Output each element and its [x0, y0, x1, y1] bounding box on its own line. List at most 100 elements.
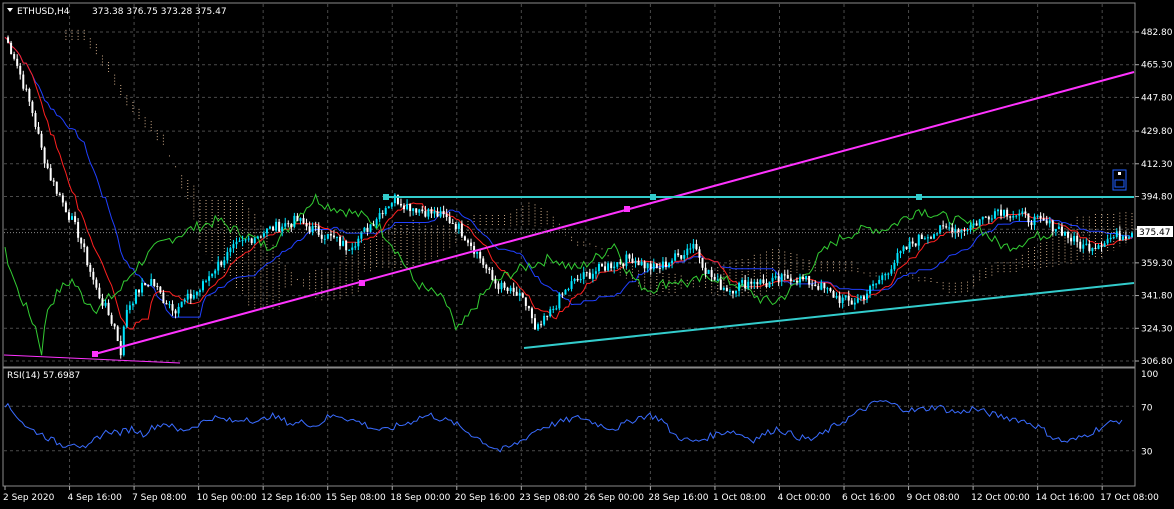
time-tick-label: 10 Sep 00:00: [197, 493, 257, 503]
candle-body: [272, 226, 275, 231]
candle-body: [786, 274, 789, 279]
candle-body: [527, 305, 530, 309]
candle-body: [817, 285, 820, 290]
candle-body: [926, 237, 929, 239]
candle-body: [332, 235, 335, 238]
candle-body: [1012, 216, 1015, 218]
candle-body: [613, 266, 616, 269]
candle-body: [418, 209, 421, 213]
candle-body: [619, 262, 622, 264]
time-tick-label: 14 Oct 16:00: [1036, 493, 1095, 503]
candle-body: [914, 243, 917, 246]
candle: [10, 40, 13, 55]
candle-body: [34, 113, 37, 127]
candle-body: [658, 267, 661, 269]
candle-body: [153, 279, 156, 287]
time-tick-label: 2 Sep 2020: [3, 493, 55, 503]
candle-body: [826, 288, 829, 290]
candle-body: [866, 293, 869, 300]
candle-body: [159, 286, 162, 293]
candle-body: [473, 245, 476, 254]
candle-body: [573, 278, 576, 282]
candle-body: [795, 280, 798, 283]
candle-body: [186, 293, 189, 300]
candle: [832, 289, 835, 298]
candle-body: [512, 287, 515, 292]
candle-body: [640, 261, 643, 266]
candle-body: [747, 281, 750, 289]
candle-body: [229, 248, 232, 253]
candle-body: [320, 234, 323, 239]
candle-body: [244, 239, 247, 241]
candle-body: [165, 303, 168, 305]
candle-body: [107, 302, 110, 316]
candle-body: [28, 89, 31, 102]
candle-body: [555, 308, 558, 310]
candle-body: [259, 236, 262, 238]
candle-body: [500, 282, 503, 290]
candle-body: [195, 291, 198, 295]
chart-canvas: 482.80 465.30 447.80 429.80 412.30 394.80 359.…: [0, 0, 1174, 509]
candle-body: [832, 291, 835, 298]
candle-body: [354, 246, 357, 248]
candle-body: [205, 280, 208, 282]
time-tick-label: 9 Oct 08:00: [907, 493, 960, 503]
candle-body: [329, 233, 332, 236]
candle-body: [917, 234, 920, 246]
price-tick-label: 341.80: [1141, 292, 1173, 302]
candle-body: [1124, 236, 1127, 239]
candle-body: [859, 296, 862, 299]
candle-body: [887, 273, 890, 275]
candle-body: [576, 278, 579, 281]
candle-body: [1000, 209, 1003, 216]
candle-body: [713, 276, 716, 280]
candle: [326, 233, 329, 240]
candle-body: [281, 226, 284, 232]
trendline-anchor: [359, 280, 365, 286]
candle-body: [256, 236, 259, 239]
candle-body: [497, 283, 500, 290]
candle-body: [262, 233, 265, 237]
candle-body: [774, 276, 777, 278]
candle-body: [1057, 226, 1060, 230]
candle-body: [287, 223, 290, 225]
candle-body: [945, 226, 948, 228]
candle-body: [631, 258, 634, 264]
candle-body: [622, 263, 625, 266]
candle-body: [415, 208, 418, 213]
trendline-anchor: [383, 194, 389, 200]
candle: [369, 224, 372, 234]
candle-body: [1048, 220, 1051, 224]
candle-body: [738, 282, 741, 291]
ohlc-values: 373.38 376.75 373.28 375.47: [92, 7, 227, 17]
trendline-anchor: [624, 206, 630, 212]
candle-body: [890, 269, 893, 274]
candle-body: [67, 212, 70, 220]
candle-body: [125, 309, 128, 327]
candle-body: [1039, 215, 1042, 219]
candle-body: [342, 241, 345, 246]
price-tick-label: 482.80: [1141, 28, 1173, 38]
candle-body: [113, 323, 116, 327]
candle-body: [296, 215, 299, 221]
candle: [768, 281, 771, 288]
time-tick-label: 12 Oct 00:00: [971, 493, 1030, 503]
candle-body: [369, 224, 372, 232]
candle-body: [253, 238, 256, 244]
candle-body: [174, 310, 177, 314]
candle-body: [1003, 209, 1006, 216]
candle-body: [680, 255, 683, 259]
candle-body: [326, 233, 329, 239]
candle-body: [798, 276, 801, 283]
candle-body: [302, 218, 305, 224]
candle-body: [201, 281, 204, 291]
candle-body: [698, 249, 701, 258]
candle-body: [1127, 237, 1130, 239]
candle-body: [162, 292, 165, 304]
time-tick-label: 12 Sep 16:00: [261, 493, 321, 503]
candle-body: [878, 279, 881, 284]
candle-body: [893, 262, 896, 270]
candle-body: [378, 213, 381, 220]
candle-body: [963, 229, 966, 231]
candle-body: [701, 257, 704, 268]
